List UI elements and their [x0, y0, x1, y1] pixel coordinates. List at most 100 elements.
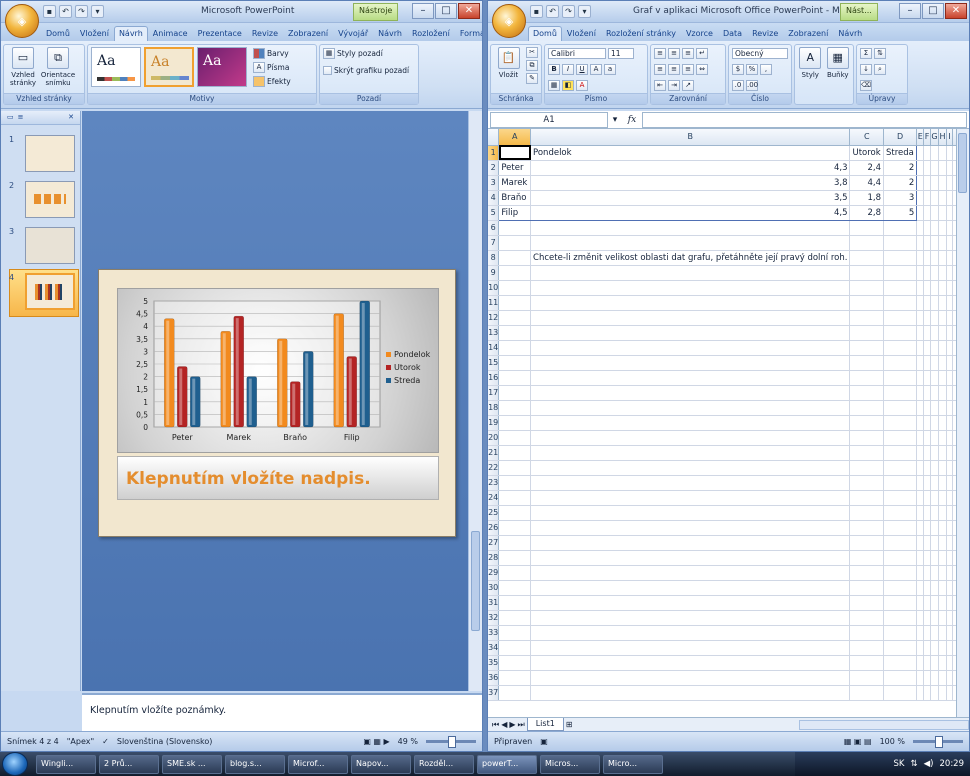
taskbar-task[interactable]: powerT...: [477, 754, 537, 774]
cell[interactable]: [938, 145, 947, 161]
cell[interactable]: [930, 160, 939, 176]
row-header[interactable]: 18: [488, 400, 500, 416]
cell[interactable]: [530, 520, 851, 536]
cell[interactable]: [883, 670, 918, 686]
cell[interactable]: [849, 295, 885, 311]
cell[interactable]: [938, 430, 947, 446]
ppt-tab-6[interactable]: Zobrazení: [283, 26, 333, 41]
cell[interactable]: [849, 370, 885, 386]
cell[interactable]: [530, 385, 851, 401]
cell[interactable]: [530, 610, 851, 626]
find-icon[interactable]: ⌕: [874, 64, 886, 75]
xl-tab-7[interactable]: Návrh: [833, 26, 867, 41]
bold-icon[interactable]: B: [548, 64, 560, 75]
cell[interactable]: [938, 355, 947, 371]
row-header[interactable]: 29: [488, 565, 500, 581]
cell[interactable]: [883, 625, 918, 641]
outline-tab-icon[interactable]: ≡: [18, 113, 24, 122]
cell[interactable]: 4,3: [530, 160, 851, 176]
row-header[interactable]: 6: [488, 220, 500, 236]
current-slide[interactable]: 0 0,5 1 1,5 2 2,5 3 3,5 4 4,5 5 Peter Marek Braňo Fili…: [98, 269, 456, 537]
cell[interactable]: [923, 670, 931, 686]
cell[interactable]: [916, 655, 925, 671]
cell[interactable]: [938, 295, 947, 311]
ppt-tab-9[interactable]: Rozložení: [407, 26, 455, 41]
cell[interactable]: [923, 595, 931, 611]
slides-tab-icon[interactable]: ▭: [7, 113, 14, 122]
cell[interactable]: [930, 220, 939, 236]
cell[interactable]: [849, 385, 885, 401]
undo-icon[interactable]: ↶: [546, 5, 559, 18]
cell[interactable]: [938, 670, 947, 686]
row-header[interactable]: 32: [488, 610, 500, 626]
cell[interactable]: [916, 490, 925, 506]
cell[interactable]: [930, 685, 939, 701]
borders-icon[interactable]: ▦: [548, 80, 560, 91]
theme-purple[interactable]: Aa: [197, 47, 247, 87]
cell[interactable]: Utorok: [849, 145, 885, 161]
cell[interactable]: [916, 550, 925, 566]
cell[interactable]: [883, 400, 918, 416]
ppt-tab-3[interactable]: Animace: [148, 26, 193, 41]
cell[interactable]: [923, 370, 931, 386]
cell[interactable]: [938, 595, 947, 611]
cell[interactable]: [530, 265, 851, 281]
align-middle-icon[interactable]: ≡: [668, 48, 680, 59]
column-header[interactable]: B: [530, 129, 851, 146]
slide-thumbnail-2[interactable]: [25, 181, 75, 218]
clock[interactable]: 20:29: [940, 759, 965, 769]
horizontal-scrollbar[interactable]: [799, 719, 969, 730]
cell[interactable]: [498, 235, 532, 251]
cell[interactable]: [498, 250, 532, 266]
scroll-thumb[interactable]: [958, 133, 967, 193]
cell[interactable]: [916, 385, 925, 401]
slide-thumbnail-1[interactable]: [25, 135, 75, 172]
cell[interactable]: [938, 235, 947, 251]
volume-icon[interactable]: ◀): [924, 759, 934, 769]
cell[interactable]: [923, 295, 931, 311]
xl-tab-0[interactable]: Domů: [528, 26, 562, 41]
row-header[interactable]: 19: [488, 415, 500, 431]
cell[interactable]: [883, 580, 918, 596]
cell[interactable]: [883, 460, 918, 476]
cell[interactable]: [930, 310, 939, 326]
cell[interactable]: [530, 460, 851, 476]
cell[interactable]: [930, 340, 939, 356]
cell[interactable]: [849, 355, 885, 371]
cell[interactable]: [916, 280, 925, 296]
align-center-icon[interactable]: ≡: [668, 64, 680, 75]
cell[interactable]: [930, 250, 939, 266]
cell[interactable]: [938, 190, 947, 206]
cell[interactable]: [916, 565, 925, 581]
row-header[interactable]: 27: [488, 535, 500, 551]
next-sheet-icon[interactable]: ▶: [509, 720, 515, 729]
copy-icon[interactable]: ⧉: [526, 60, 538, 71]
cell[interactable]: [923, 400, 931, 416]
cell[interactable]: [530, 640, 851, 656]
title-placeholder[interactable]: Klepnutím vložíte nadpis.: [117, 456, 439, 500]
row-header[interactable]: 36: [488, 670, 500, 686]
row-header[interactable]: 2: [488, 160, 500, 176]
cell[interactable]: [923, 280, 931, 296]
notes-placeholder[interactable]: Klepnutím vložíte poznámky.: [90, 705, 226, 716]
align-bottom-icon[interactable]: ≡: [682, 48, 694, 59]
cell[interactable]: [930, 475, 939, 491]
row-header[interactable]: 20: [488, 430, 500, 446]
cell[interactable]: [530, 565, 851, 581]
cell[interactable]: [923, 340, 931, 356]
cell[interactable]: [938, 325, 947, 341]
cell[interactable]: Pondelok: [530, 145, 851, 161]
cell[interactable]: [883, 265, 918, 281]
cell[interactable]: [498, 430, 532, 446]
sheet-table[interactable]: A B C D E F G H I 1 Pondelok Utorok Streda 2 Peter 4,3 2…: [488, 129, 958, 701]
row-header[interactable]: 9: [488, 265, 500, 281]
cell[interactable]: [923, 415, 931, 431]
cell[interactable]: [883, 595, 918, 611]
row-header[interactable]: 30: [488, 580, 500, 596]
clear-icon[interactable]: ⌫: [860, 80, 872, 91]
cell[interactable]: [883, 430, 918, 446]
cell[interactable]: [883, 325, 918, 341]
cell[interactable]: [938, 460, 947, 476]
cell[interactable]: [930, 640, 939, 656]
redo-icon[interactable]: ↷: [562, 5, 575, 18]
